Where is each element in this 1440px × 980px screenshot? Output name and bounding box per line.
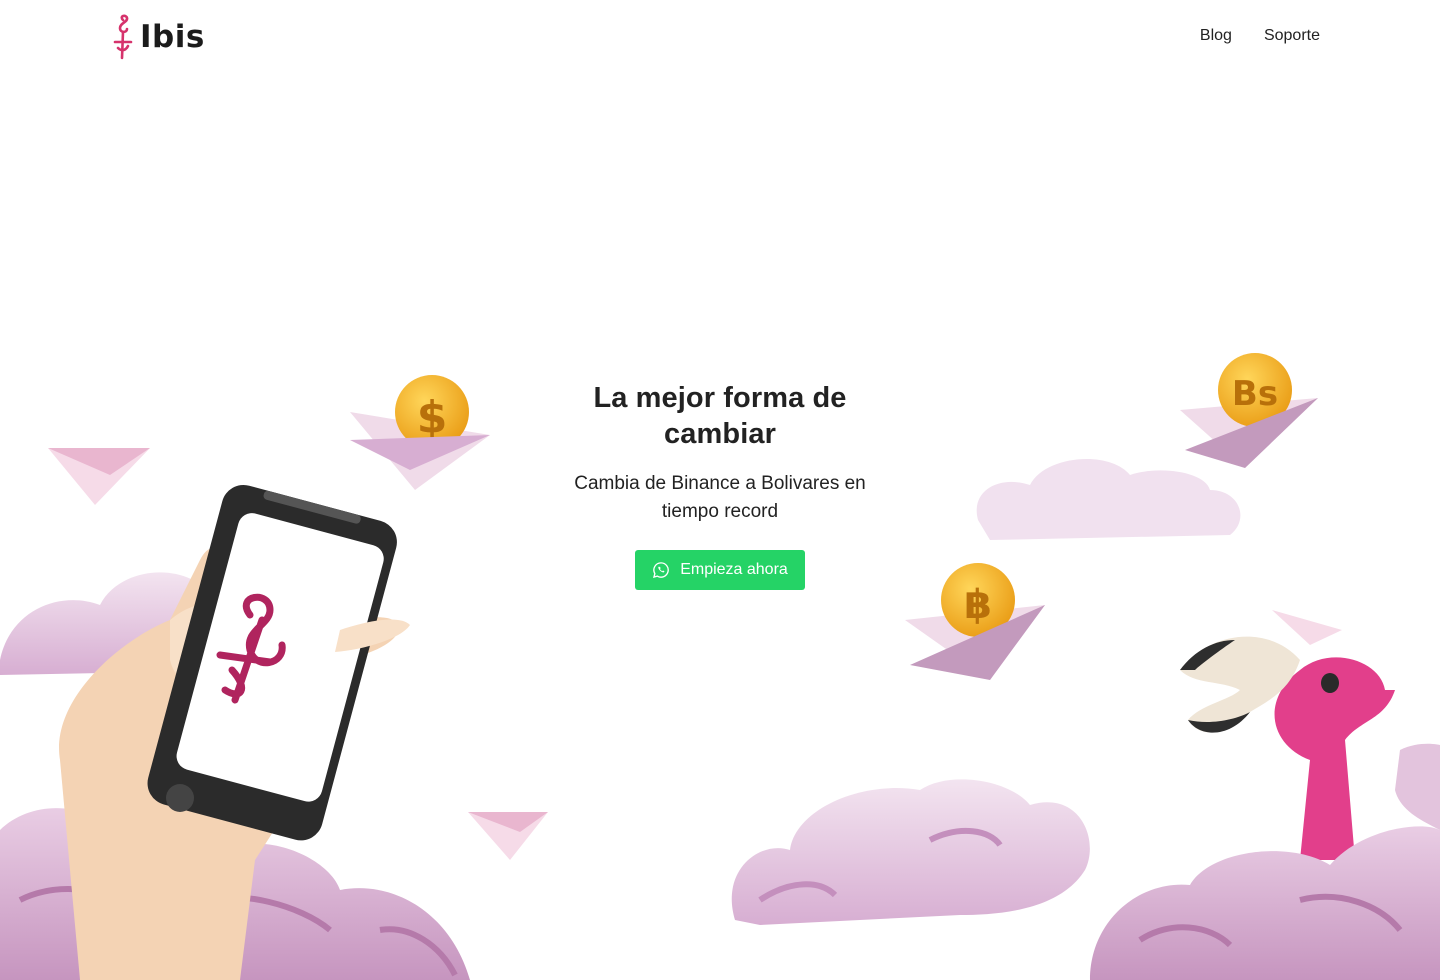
- coin-baht: ฿: [905, 563, 1045, 680]
- paper-plane-3: [1272, 610, 1342, 645]
- cloud-right-bottom: [1090, 743, 1440, 980]
- hero-subtitle: Cambia de Binance a Bolivares en tiempo …: [574, 473, 866, 522]
- flamingo-logo-icon: [113, 14, 133, 60]
- coin-baht-label: ฿: [964, 582, 992, 628]
- coin-dollar: $: [350, 375, 490, 490]
- hero-title: La mejor forma de cambiar: [593, 382, 847, 450]
- flamingo: [1180, 636, 1395, 860]
- brand-logo[interactable]: Ibis: [110, 14, 205, 60]
- page: $ ฿ Bs Ibis Blog Soporte La mejor forma …: [0, 0, 1440, 980]
- paper-plane-1: [48, 448, 150, 505]
- start-now-label: Empieza ahora: [680, 561, 788, 578]
- whatsapp-icon: [653, 562, 670, 578]
- start-now-button[interactable]: Empieza ahora: [635, 550, 805, 590]
- coin-dollar-label: $: [417, 392, 448, 443]
- cloud-center-bottom: [731, 779, 1090, 925]
- coin-bolivar: Bs: [1180, 353, 1318, 468]
- coin-bolivar-label: Bs: [1232, 374, 1278, 414]
- hero-section: La mejor forma de cambiar Cambia de Bina…: [560, 380, 880, 590]
- cloud-right-upper: [976, 458, 1241, 540]
- site-header: Ibis Blog Soporte: [0, 0, 1440, 78]
- nav-link-blog[interactable]: Blog: [1200, 27, 1232, 45]
- main-nav: Blog Soporte: [1200, 27, 1320, 45]
- brand-name: Ibis: [140, 19, 205, 55]
- nav-link-soporte[interactable]: Soporte: [1264, 27, 1320, 45]
- paper-plane-2: [468, 812, 548, 860]
